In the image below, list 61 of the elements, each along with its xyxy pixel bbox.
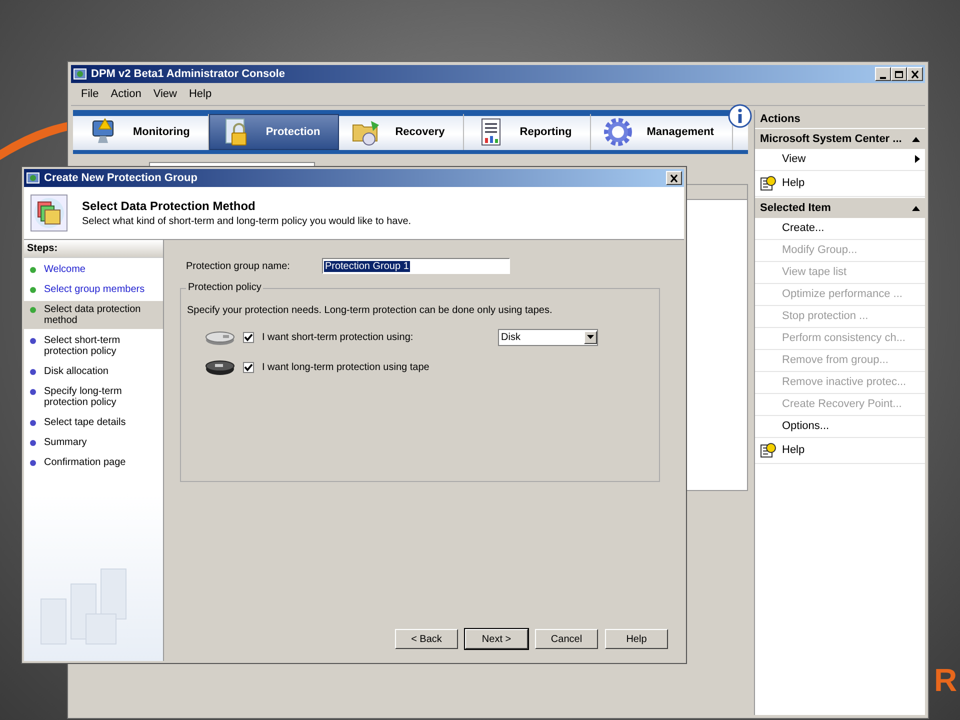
dialog-button[interactable]: Next > xyxy=(465,629,528,649)
checkbox[interactable] xyxy=(243,332,254,342)
help-icon xyxy=(760,442,776,458)
navigation-tab[interactable]: Monitoring xyxy=(77,114,209,150)
maximize-button[interactable] xyxy=(891,67,907,81)
wizard-step[interactable]: Select data protection method xyxy=(24,301,163,329)
section-header[interactable]: Selected Item xyxy=(755,198,925,218)
page-description: Select what kind of short-term and long-term policy you would like to have. xyxy=(82,216,412,227)
wizard-step[interactable]: Confirmation page xyxy=(24,454,163,471)
task-link[interactable]: View xyxy=(755,149,925,171)
help-icon xyxy=(760,175,776,191)
close-icon[interactable] xyxy=(669,174,679,182)
task-link[interactable]: Help xyxy=(755,438,925,464)
section-header[interactable]: Microsoft System Center ... xyxy=(755,129,925,149)
page-heading: Select Data Protection Method xyxy=(82,199,256,213)
checkbox-label: I want short-term protection using: xyxy=(262,332,414,342)
window-title: DPM v2 Beta1 Administrator Console xyxy=(91,68,286,80)
wizard-step[interactable]: Select short-term protection policy xyxy=(24,332,163,360)
field-label: Protection group name: xyxy=(186,260,290,272)
navigation-tab[interactable]: Recovery xyxy=(339,114,464,150)
dropdown[interactable]: Disk xyxy=(498,328,598,346)
menu-item[interactable]: Help xyxy=(184,87,216,101)
instruction-text: Specify your protection needs. Long-term protection can be done only using tapes. xyxy=(187,305,554,316)
logo-letter: R xyxy=(934,664,958,696)
menu-item[interactable]: Action xyxy=(106,87,146,101)
dialog-button[interactable]: < Back xyxy=(395,629,458,649)
checkbox-label: I want long-term protection using tape xyxy=(262,362,430,372)
app-icon xyxy=(73,67,87,81)
checkbox[interactable] xyxy=(243,362,254,372)
maximize-icon[interactable] xyxy=(894,70,904,78)
tape-drive-icon xyxy=(205,358,235,376)
steps-title: Steps: xyxy=(24,240,163,258)
menu-item[interactable]: File xyxy=(77,87,103,101)
close-button[interactable] xyxy=(907,67,923,81)
task-link[interactable]: Options... xyxy=(755,416,925,438)
folders-icon xyxy=(30,194,68,232)
wizard-step[interactable]: Select group members xyxy=(24,281,163,298)
dialog-button[interactable]: Help xyxy=(605,629,668,649)
wizard-step[interactable]: Specify long-term protection policy xyxy=(24,383,163,411)
wizard-step[interactable]: Welcome xyxy=(24,261,163,278)
group-title: Protection policy xyxy=(186,282,264,293)
dialog-button[interactable]: Cancel xyxy=(535,629,598,649)
navigation-tab[interactable]: Reporting xyxy=(464,114,591,150)
pane-title: Actions xyxy=(755,110,925,128)
close-icon[interactable] xyxy=(910,70,920,78)
name-input[interactable]: Protection Group 1 xyxy=(322,258,510,274)
navigation-tab[interactable]: Protection xyxy=(208,114,340,150)
dialog-title: Create New Protection Group xyxy=(44,172,198,184)
submenu-arrow-icon xyxy=(915,155,920,163)
app-icon xyxy=(26,171,40,185)
task-link[interactable]: Create... xyxy=(755,218,925,240)
info-icon[interactable] xyxy=(728,104,752,128)
wizard-step[interactable]: Disk allocation xyxy=(24,363,163,380)
wizard-step[interactable]: Select tape details xyxy=(24,414,163,431)
minimize-button[interactable] xyxy=(875,67,891,81)
wizard-step[interactable]: Summary xyxy=(24,434,163,451)
task-link[interactable]: Help xyxy=(755,171,925,197)
dropdown-arrow-icon xyxy=(587,335,594,339)
gear-icon xyxy=(602,117,633,147)
menu-item[interactable]: View xyxy=(149,87,181,101)
close-button[interactable] xyxy=(666,171,682,185)
